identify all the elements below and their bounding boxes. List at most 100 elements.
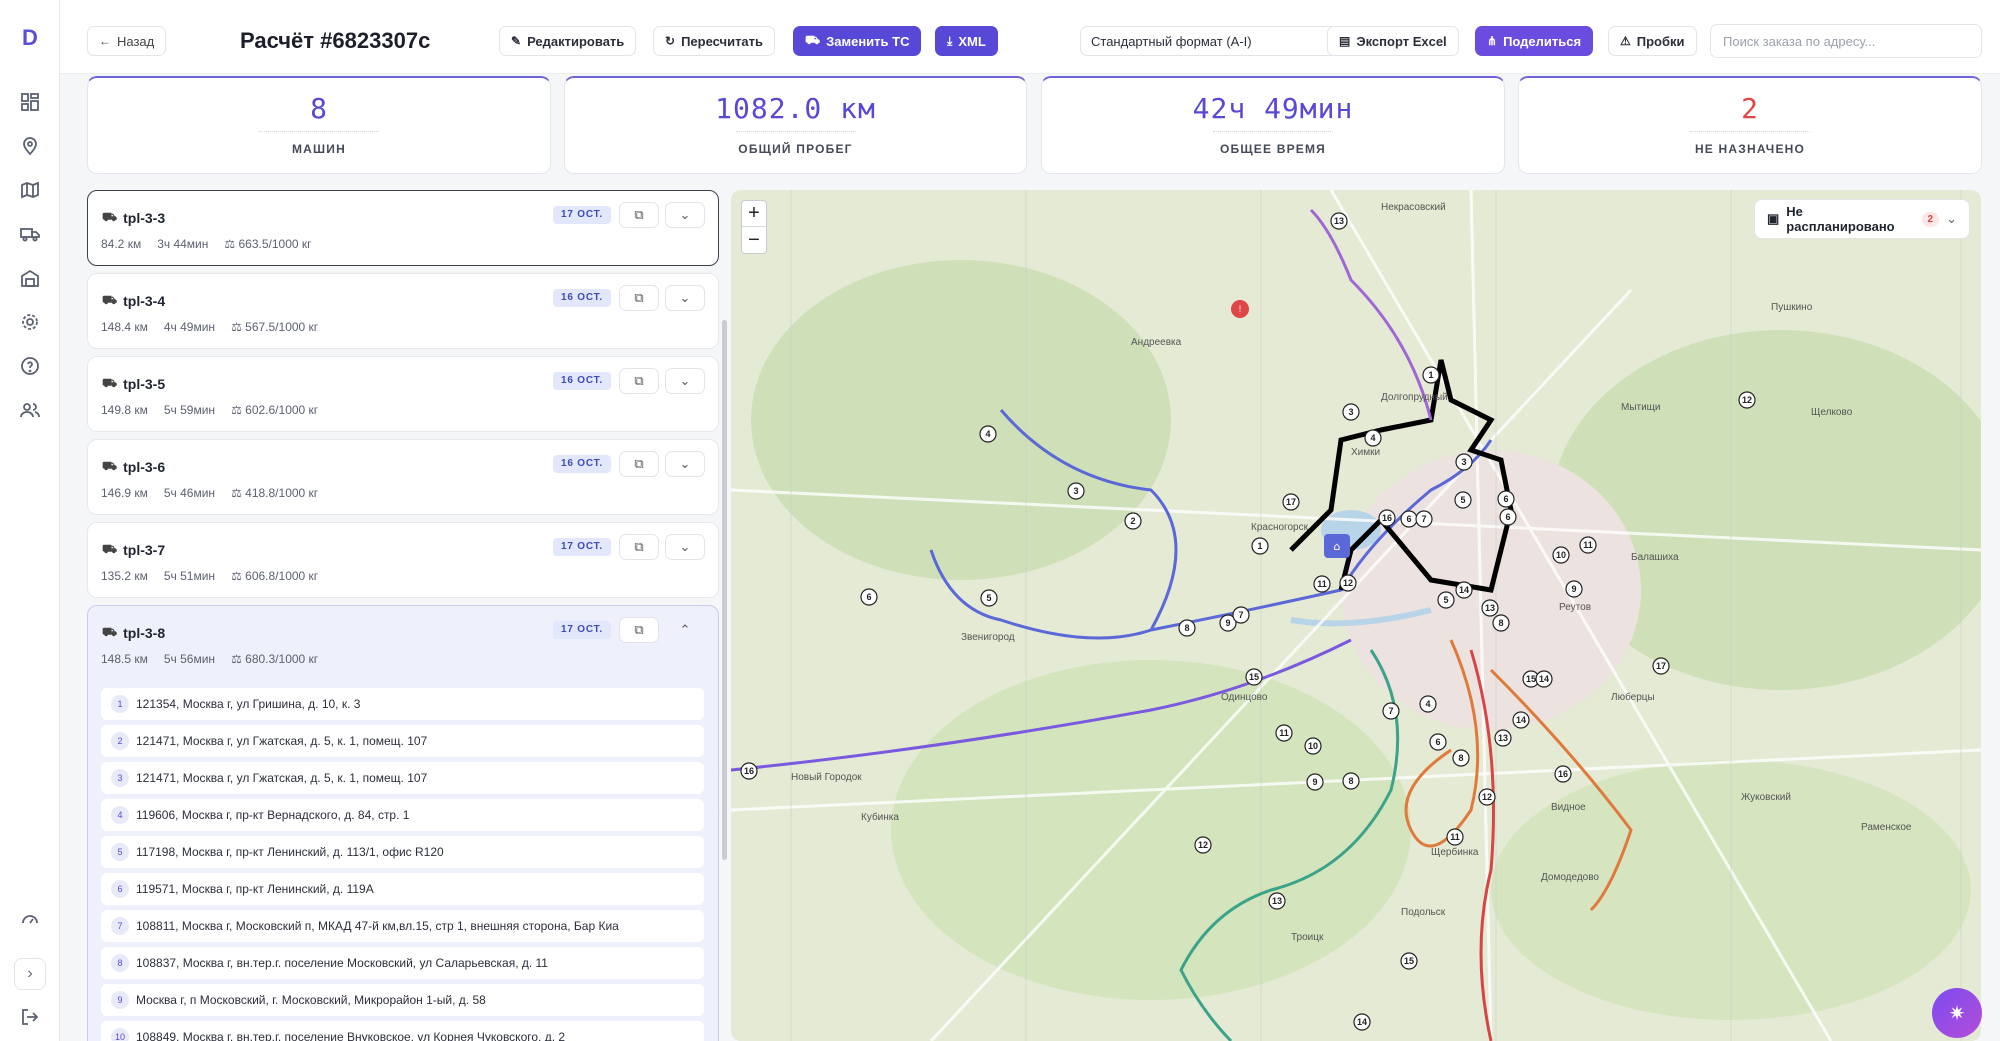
date-badge: 16 ОСТ. bbox=[553, 289, 612, 307]
svg-text:11: 11 bbox=[1583, 540, 1593, 550]
stop-address: 108837, Москва г, вн.тер.г. поселение Мо… bbox=[136, 956, 548, 970]
stop-address: 117198, Москва г, пр-кт Ленинский, д. 11… bbox=[136, 845, 444, 859]
map-icon[interactable] bbox=[18, 178, 42, 202]
chevron-down-icon: ⌄ bbox=[679, 290, 691, 305]
assistant-button[interactable]: ✷ bbox=[1932, 988, 1982, 1038]
edit-button[interactable]: ✎ Редактировать bbox=[499, 26, 637, 56]
speedometer-icon[interactable] bbox=[18, 907, 42, 931]
stop-number: 9 bbox=[111, 991, 129, 1009]
truck-icon[interactable] bbox=[18, 222, 42, 246]
copy-button[interactable]: ⧉ bbox=[619, 617, 659, 643]
svg-text:2: 2 bbox=[1130, 516, 1135, 526]
expand-button[interactable]: ⌄ bbox=[665, 451, 705, 477]
vehicle-load: ⚖ 606.8/1000 кг bbox=[231, 569, 319, 583]
vehicle-card-expanded[interactable]: ⛟ tpl-3-8 148.5 км 5ч 56мин ⚖ 680.3/1000 кг… bbox=[87, 605, 719, 1041]
share-button[interactable]: ⋔ Поделиться bbox=[1475, 26, 1594, 56]
vehicle-card[interactable]: ⛟ tpl-3-6 146.9 км 5ч 46мин ⚖ 418.8/1000 кг… bbox=[87, 439, 719, 515]
export-excel-button[interactable]: ▤ Экспорт Excel bbox=[1327, 26, 1459, 56]
place-label: Раменское bbox=[1861, 822, 1912, 833]
users-icon[interactable] bbox=[18, 398, 42, 422]
vehicle-distance: 149.8 км bbox=[101, 403, 148, 417]
stop-item[interactable]: 5 117198, Москва г, пр-кт Ленинский, д. 1… bbox=[101, 836, 704, 868]
order-search-input[interactable]: Поиск заказа по адресу... bbox=[1710, 24, 1982, 58]
expand-button[interactable]: ⌄ bbox=[665, 368, 705, 394]
list-scrollbar[interactable] bbox=[722, 320, 727, 860]
stop-item[interactable]: 6 119571, Москва г, пр-кт Ленинский, д. 1… bbox=[101, 873, 704, 905]
svg-text:16: 16 bbox=[1382, 513, 1392, 523]
vehicle-name: tpl-3-5 bbox=[123, 376, 166, 392]
expand-button[interactable]: ⌄ bbox=[665, 534, 705, 560]
svg-text:8: 8 bbox=[1348, 776, 1353, 786]
vehicle-distance: 148.4 км bbox=[101, 320, 148, 334]
vehicle-time: 3ч 44мин bbox=[157, 237, 209, 251]
svg-text:6: 6 bbox=[1435, 737, 1440, 747]
copy-button[interactable]: ⧉ bbox=[619, 368, 659, 394]
svg-text:5: 5 bbox=[986, 593, 991, 603]
vehicle-card[interactable]: ⛟ tpl-3-5 149.8 км 5ч 59мин ⚖ 602.6/1000 кг… bbox=[87, 356, 719, 432]
stop-item[interactable]: 4 119606, Москва г, пр-кт Вернадского, д.… bbox=[101, 799, 704, 831]
expand-button[interactable]: ⌄ bbox=[665, 202, 705, 228]
svg-text:1: 1 bbox=[1257, 541, 1262, 551]
stop-number: 7 bbox=[111, 917, 129, 935]
stop-item[interactable]: 1 121354, Москва г, ул Гришина, д. 10, к.… bbox=[101, 688, 704, 720]
location-pin-icon[interactable] bbox=[18, 134, 42, 158]
place-label: Троицк bbox=[1291, 932, 1324, 943]
box-icon: ▣ bbox=[1767, 211, 1780, 226]
logout-icon[interactable] bbox=[18, 1005, 42, 1029]
depot-icon: ⌂ bbox=[1324, 534, 1350, 558]
dashboard-icon[interactable] bbox=[18, 90, 42, 114]
vehicle-time: 4ч 49мин bbox=[163, 320, 216, 334]
svg-text:15: 15 bbox=[1526, 674, 1536, 684]
recalculate-button[interactable]: ↻ Пересчитать bbox=[653, 26, 776, 56]
stat-value: 2 bbox=[1741, 92, 1759, 125]
zoom-control: + − bbox=[741, 200, 767, 254]
unplanned-label: Не распланировано bbox=[1786, 204, 1895, 234]
stop-number: 2 bbox=[111, 732, 129, 750]
help-icon[interactable] bbox=[18, 354, 42, 378]
expand-button[interactable]: ⌄ bbox=[665, 285, 705, 311]
svg-text:9: 9 bbox=[1225, 618, 1230, 628]
svg-text:10: 10 bbox=[1308, 741, 1318, 751]
svg-text:12: 12 bbox=[1198, 840, 1208, 850]
stop-item[interactable]: 9 Москва г, п Московский, г. Московский, … bbox=[101, 984, 704, 1016]
traffic-button[interactable]: ⚠ Пробки bbox=[1608, 26, 1697, 56]
vehicle-load: ⚖ 418.8/1000 кг bbox=[231, 486, 319, 500]
svg-text:13: 13 bbox=[1485, 603, 1495, 613]
stat-total-distance: 1082.0 км ОБЩИЙ ПРОБЕГ bbox=[564, 76, 1027, 174]
collapse-button[interactable]: ⌃ bbox=[665, 617, 705, 643]
warehouse-icon[interactable] bbox=[18, 266, 42, 290]
stop-item[interactable]: 3 121471, Москва г, ул Гжатская, д. 5, к.… bbox=[101, 762, 704, 794]
arrow-left-icon: ← bbox=[99, 34, 111, 48]
svg-text:10: 10 bbox=[1556, 550, 1566, 560]
unassigned-marker-icon: ! bbox=[1231, 300, 1249, 318]
vehicle-card[interactable]: ⛟ tpl-3-3 84.2 км 3ч 44мин ⚖ 663.5/1000 кг … bbox=[87, 190, 719, 266]
stop-item[interactable]: 7 108811, Москва г, Московский п, МКАД 47… bbox=[101, 910, 704, 942]
copy-button[interactable]: ⧉ bbox=[619, 202, 659, 228]
copy-button[interactable]: ⧉ bbox=[619, 534, 659, 560]
svg-text:13: 13 bbox=[1498, 733, 1508, 743]
app-logo[interactable]: D bbox=[16, 24, 44, 52]
place-label: Балашиха bbox=[1631, 552, 1679, 563]
stop-list: 1 121354, Москва г, ул Гришина, д. 10, к.… bbox=[101, 688, 704, 1041]
map-canvas[interactable]: 1313435 661716 6 7234568 97111 12101191217151… bbox=[731, 190, 1981, 1041]
stop-item[interactable]: 2 121471, Москва г, ул Гжатская, д. 5, к.… bbox=[101, 725, 704, 757]
stop-number: 6 bbox=[111, 880, 129, 898]
xml-button[interactable]: ⤓ XML bbox=[935, 26, 998, 56]
route-map[interactable]: 13 1 3 4 3 5 6 6 17 16 6 7 2 3 4 5 6 8 9 7 1 11 12 10 11 9 12 17 15 1… bbox=[731, 190, 1981, 1041]
replace-vehicle-button[interactable]: ⛟ Заменить ТС bbox=[793, 26, 922, 56]
sidebar-expand-button[interactable]: › bbox=[14, 958, 46, 990]
vehicle-card[interactable]: ⛟ tpl-3-7 135.2 км 5ч 51мин ⚖ 606.8/1000 кг… bbox=[87, 522, 719, 598]
zoom-out-button[interactable]: − bbox=[742, 227, 766, 253]
date-badge: 16 ОСТ. bbox=[553, 455, 612, 473]
stop-item[interactable]: 8 108837, Москва г, вн.тер.г. поселение М… bbox=[101, 947, 704, 979]
unplanned-dropdown[interactable]: ▣ Не распланировано 2 ⌄ bbox=[1754, 199, 1970, 239]
copy-button[interactable]: ⧉ bbox=[619, 285, 659, 311]
stop-item[interactable]: 10 108849, Москва г, вн.тер.г. поселение … bbox=[101, 1021, 704, 1041]
settings-icon[interactable] bbox=[18, 310, 42, 334]
vehicle-name: tpl-3-3 bbox=[123, 210, 166, 226]
copy-button[interactable]: ⧉ bbox=[619, 451, 659, 477]
back-button[interactable]: ← Назад bbox=[87, 26, 167, 56]
zoom-in-button[interactable]: + bbox=[742, 201, 766, 227]
vehicle-card[interactable]: ⛟ tpl-3-4 148.4 км 4ч 49мин ⚖ 567.5/1000 кг… bbox=[87, 273, 719, 349]
svg-text:8: 8 bbox=[1498, 618, 1503, 628]
